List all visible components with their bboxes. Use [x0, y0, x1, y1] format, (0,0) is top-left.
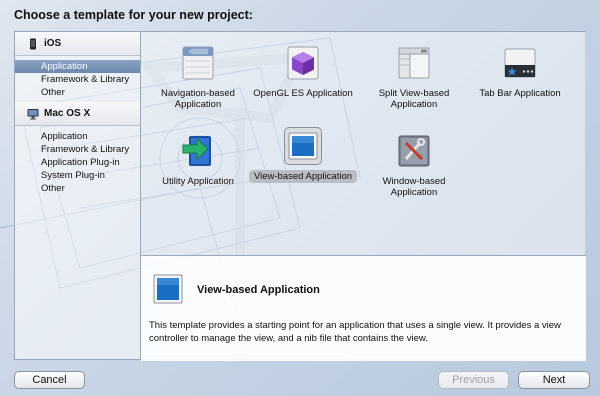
view-app-icon — [284, 127, 322, 165]
template-tile-split-view-based[interactable]: Split View-based Application — [359, 44, 469, 111]
sidebar-section-label: Mac OS X — [44, 108, 91, 119]
previous-button[interactable]: Previous — [438, 371, 509, 389]
tab-bar-icon — [501, 44, 539, 82]
sidebar-section-macosx[interactable]: Mac OS X — [15, 102, 140, 126]
template-tile-tab-bar[interactable]: Tab Bar Application — [465, 44, 575, 100]
template-label: Split View-based Application — [378, 88, 450, 110]
dialog-title: Choose a template for your new project: — [14, 8, 253, 22]
template-label: Window-based Application — [382, 176, 446, 198]
sidebar-section-label: iOS — [44, 38, 62, 49]
template-tile-view-based[interactable]: View-based Application — [248, 127, 358, 183]
template-content-panel: Navigation-based Application OpenGL ES A… — [141, 31, 586, 361]
next-button[interactable]: Next — [518, 371, 590, 389]
template-tile-navigation-based[interactable]: Navigation-based Application — [143, 44, 253, 111]
template-tile-window-based[interactable]: Window-based Application — [359, 132, 469, 199]
detail-title: View-based Application — [197, 284, 320, 296]
sidebar-item-mac-framework-library[interactable]: Framework & Library — [15, 143, 140, 156]
cancel-button[interactable]: Cancel — [14, 371, 85, 389]
iphone-icon — [30, 38, 36, 49]
template-label: Navigation-based Application — [161, 88, 235, 110]
window-tools-icon — [395, 132, 433, 170]
sidebar-item-ios-application[interactable]: Application — [15, 60, 140, 73]
template-label: Tab Bar Application — [479, 88, 561, 99]
template-detail-pane: View-based Application This template pro… — [141, 255, 586, 361]
template-tile-utility[interactable]: Utility Application — [143, 132, 253, 188]
split-view-icon — [395, 44, 433, 82]
template-grid: Navigation-based Application OpenGL ES A… — [141, 32, 586, 255]
sidebar-item-mac-application[interactable]: Application — [15, 130, 140, 143]
sidebar-item-mac-application-plugin[interactable]: Application Plug-in — [15, 156, 140, 169]
view-app-icon — [153, 274, 183, 304]
opengl-cube-icon — [284, 44, 322, 82]
mac-monitor-icon — [27, 108, 39, 119]
utility-arrow-icon — [179, 132, 217, 170]
sidebar-item-ios-framework-library[interactable]: Framework & Library — [15, 73, 140, 86]
sidebar-item-mac-other[interactable]: Other — [15, 182, 140, 195]
template-label: OpenGL ES Application — [253, 88, 353, 99]
sidebar-item-mac-system-plugin[interactable]: System Plug-in — [15, 169, 140, 182]
template-tile-opengl-es[interactable]: OpenGL ES Application — [248, 44, 358, 100]
sidebar-section-ios[interactable]: iOS — [15, 32, 140, 56]
template-label: View-based Application — [248, 170, 358, 183]
template-category-sidebar: iOS Application Framework & Library Othe… — [14, 31, 141, 360]
navigation-app-icon — [179, 44, 217, 82]
detail-description: This template provides a starting point … — [149, 320, 561, 344]
template-label: Utility Application — [162, 176, 234, 187]
sidebar-item-ios-other[interactable]: Other — [15, 86, 140, 99]
